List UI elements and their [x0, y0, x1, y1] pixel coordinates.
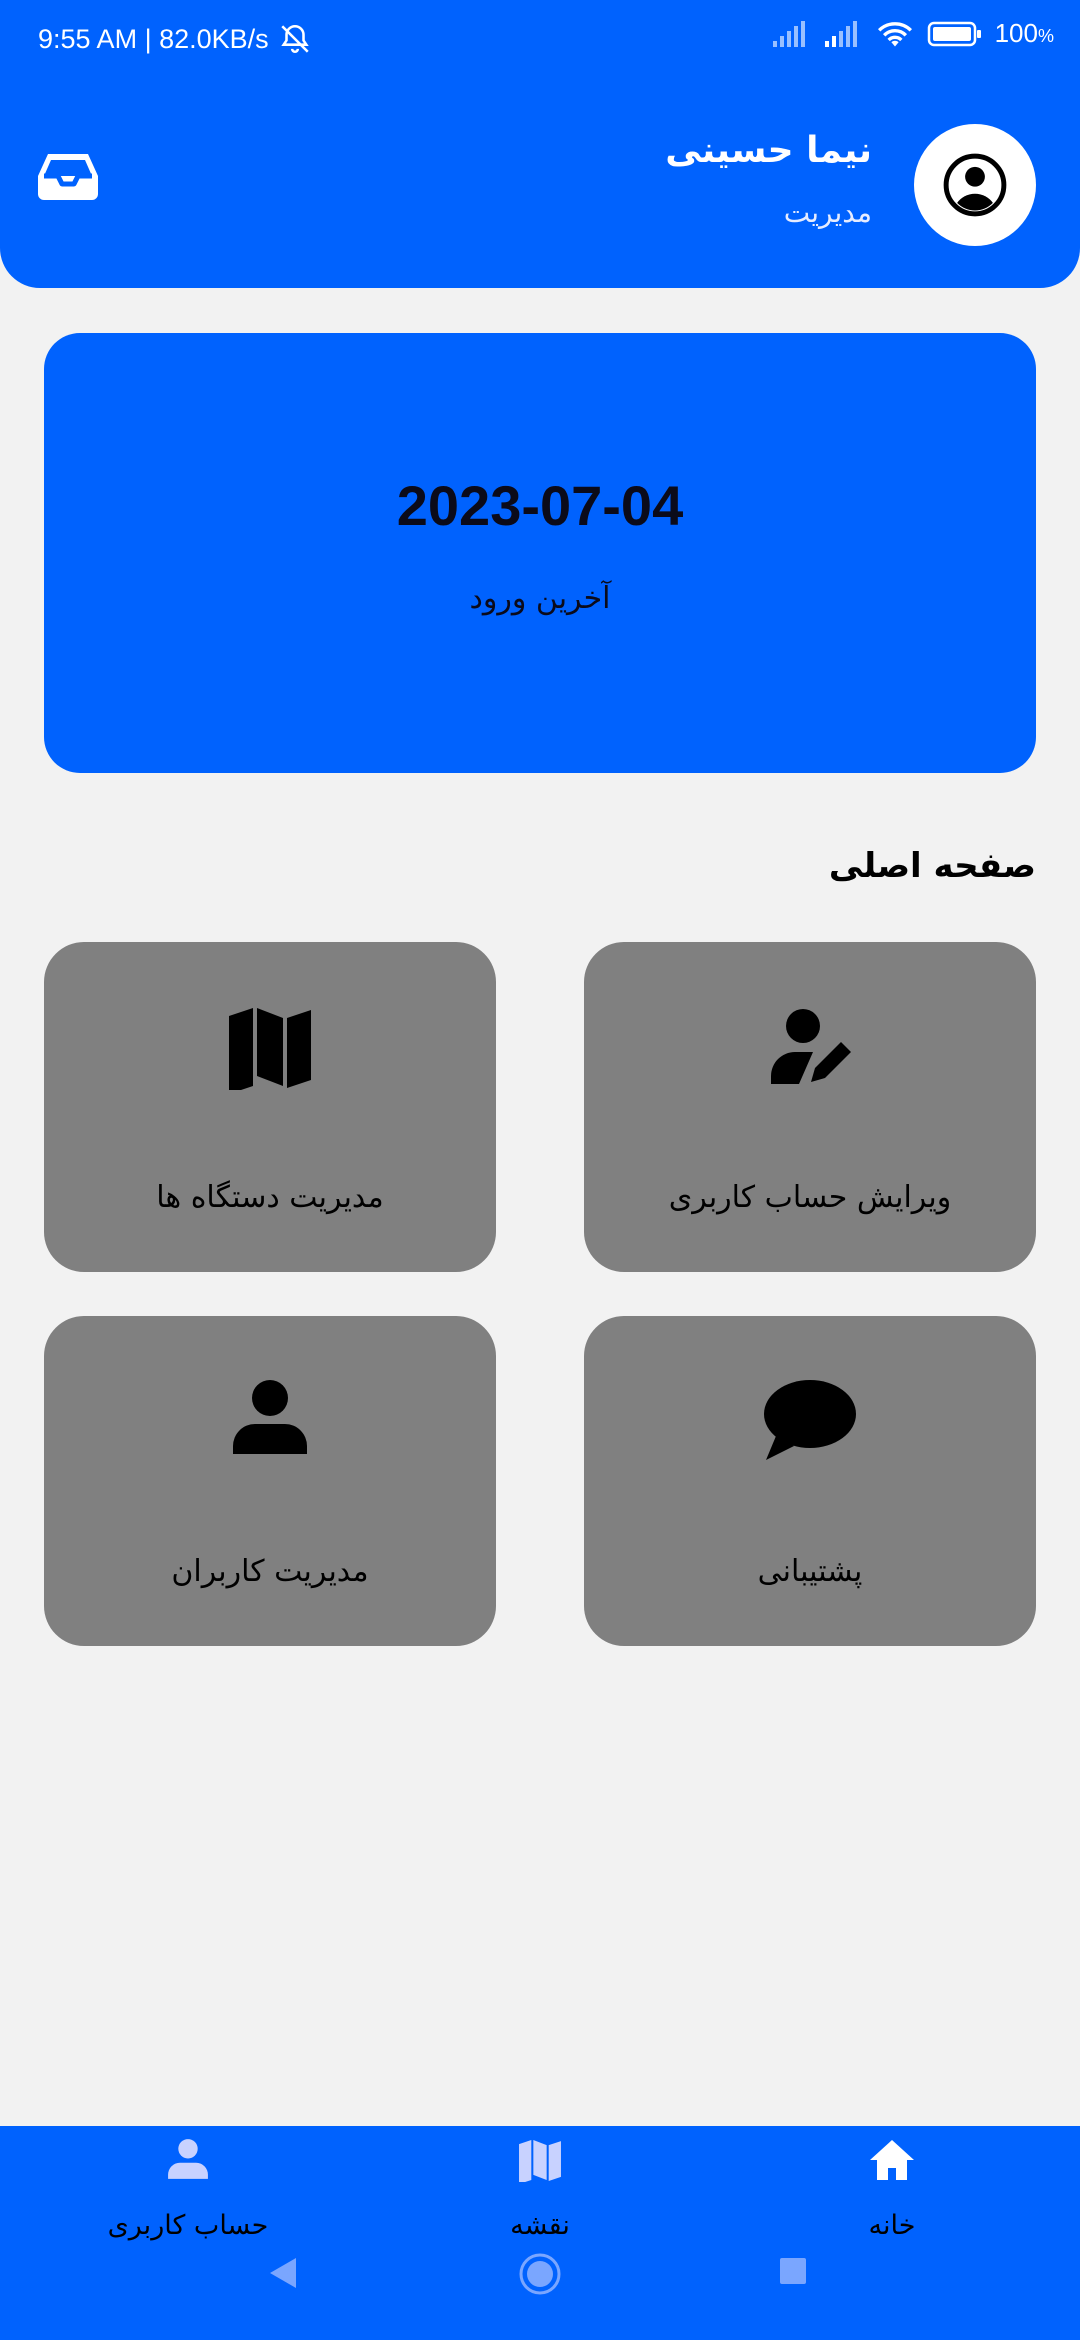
user-management-tile[interactable]: مدیریت کاربران [44, 1316, 496, 1646]
user-edit-icon [771, 1009, 851, 1084]
map-icon [229, 1008, 311, 1090]
user-name: نیما حسینی [665, 130, 872, 171]
support-tile[interactable]: پشتیبانی [584, 1316, 1036, 1646]
battery-percent: 100% [994, 18, 1054, 48]
last-login-label: آخرین ورود [469, 581, 611, 616]
home-circle-icon[interactable] [518, 2252, 562, 2296]
nav-label-map: نقشه [510, 2210, 570, 2241]
signal-icon [772, 20, 805, 47]
nav-label-account: حساب کاربری [107, 2210, 269, 2241]
edit-account-label: ویرایش حساب کاربری [668, 1180, 952, 1215]
nav-label-home: خانه [868, 2210, 916, 2241]
device-management-tile[interactable]: مدیریت دستگاه ها [44, 942, 496, 1272]
last-login-date: 2023-07-04 [396, 474, 684, 537]
device-management-label: مدیریت دستگاه ها [156, 1180, 384, 1215]
nav-item-account[interactable]: حساب کاربری [68, 2126, 308, 2246]
user-management-label: مدیریت کاربران [171, 1554, 369, 1589]
status-time-speed: 9:55 AM | 82.0KB/s [38, 23, 269, 54]
account-circle-icon [943, 153, 1007, 217]
user-icon [233, 1380, 307, 1454]
chat-bubble-icon [764, 1380, 856, 1460]
user-role: مدیریت [783, 196, 872, 229]
avatar[interactable] [914, 124, 1036, 246]
battery-icon [927, 21, 981, 46]
map-icon [519, 2140, 561, 2182]
inbox-icon [38, 154, 98, 200]
signal-icon-2 [824, 20, 857, 47]
recents-icon[interactable] [778, 2256, 808, 2286]
status-bar-right: 100% [771, 18, 1054, 49]
support-label: پشتیبانی [757, 1554, 863, 1589]
status-bar-left: 9:55 AM | 82.0KB/s [38, 22, 313, 56]
wifi-icon [877, 21, 912, 46]
nav-item-map[interactable]: نقشه [420, 2126, 660, 2246]
system-navigation [0, 2253, 1080, 2316]
nav-item-home[interactable]: خانه [772, 2126, 1012, 2246]
last-login-card: 2023-07-04 آخرین ورود [44, 333, 1036, 773]
app-header: 9:55 AM | 82.0KB/s 100% نیما حسینی مدیری… [0, 0, 1080, 288]
home-icon [870, 2140, 914, 2180]
user-icon [168, 2139, 208, 2179]
edit-account-tile[interactable]: ویرایش حساب کاربری [584, 942, 1036, 1272]
section-title: صفحه اصلی [828, 846, 1036, 886]
mute-bell-icon [280, 24, 309, 53]
back-icon[interactable] [266, 2256, 300, 2290]
inbox-button[interactable] [36, 150, 108, 214]
